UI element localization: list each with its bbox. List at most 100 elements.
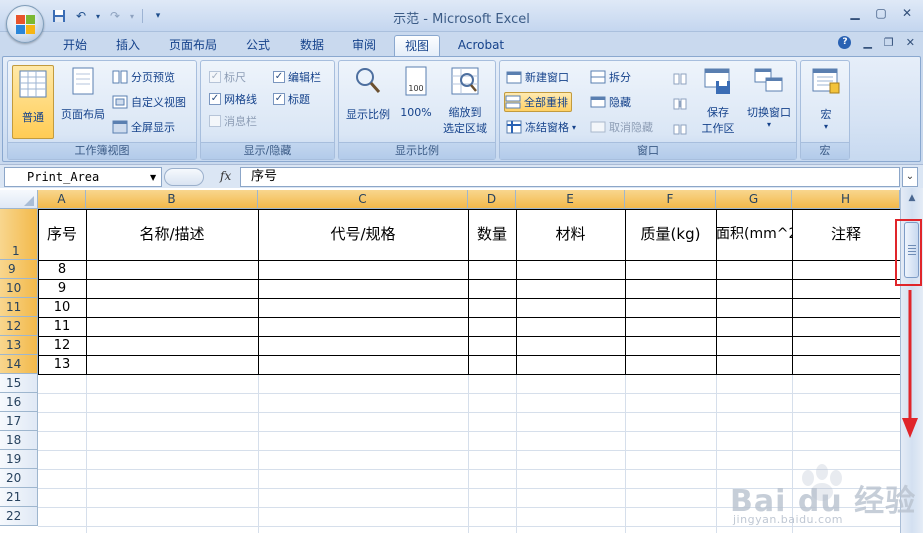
header-cell-mass[interactable]: 质量(kg) [625,209,716,260]
row-header-19[interactable]: 19 [0,450,38,469]
row-header-17[interactable]: 17 [0,412,38,431]
formula-bar-checkbox[interactable]: ✓ 编辑栏 [273,67,321,87]
data-cell-a14[interactable]: 13 [38,355,86,374]
page-break-preview-button[interactable]: 分页预览 [112,67,175,87]
page-layout-view-label: 页面布局 [61,108,105,121]
tab-review[interactable]: 审阅 [342,35,386,57]
header-cell-code[interactable]: 代号/规格 [258,209,468,260]
name-box[interactable]: Print_Area [4,167,162,187]
zoom-button[interactable]: 显示比例 [343,65,393,122]
freeze-panes-button[interactable]: 冻结窗格 ▾ [506,117,576,137]
maximize-icon[interactable]: ▢ [873,5,889,21]
message-bar-checkbox[interactable]: 消息栏 [209,111,257,131]
row-header-13[interactable]: 13 [0,336,38,355]
header-cell-material[interactable]: 材料 [516,209,625,260]
header-cell-area[interactable]: 面积(mm^2) [716,209,792,260]
switch-windows-button[interactable]: 切换窗口 ▾ [742,65,796,129]
custom-views-button[interactable]: 自定义视图 [112,92,186,112]
row-header-18[interactable]: 18 [0,431,38,450]
macros-button[interactable]: 宏 ▾ [807,65,845,131]
row-header-1[interactable]: 1 [0,209,38,260]
column-header-a[interactable]: A [38,190,86,209]
tab-formulas[interactable]: 公式 [236,35,280,57]
row-header-20[interactable]: 20 [0,469,38,488]
new-window-button[interactable]: 新建窗口 [506,67,569,87]
zoom-to-selection-button[interactable]: 缩放到 选定区域 [437,65,493,136]
tab-view[interactable]: 视图 [394,35,440,57]
minimize-icon[interactable]: ▁ [847,5,863,21]
full-screen-button[interactable]: 全屏显示 [112,117,175,137]
formula-bar-resize-handle[interactable] [164,168,204,186]
tab-page-layout[interactable]: 页面布局 [162,35,224,57]
scroll-up-arrow-icon[interactable]: ▲ [904,191,920,205]
row-header-15[interactable]: 15 [0,374,38,393]
table-border [38,298,900,299]
office-button[interactable] [6,5,44,43]
help-icon[interactable]: ? [838,36,852,49]
unhide-window-button[interactable]: 取消隐藏 [590,117,653,137]
synchronous-scrolling-button[interactable] [672,94,688,114]
header-cell-notes[interactable]: 注释 [792,209,900,260]
table-border [38,355,900,356]
column-header-g[interactable]: G [716,190,792,209]
view-side-by-side-button[interactable] [672,69,688,89]
ruler-checkbox[interactable]: ✓ 标尺 [209,67,246,87]
tab-insert[interactable]: 插入 [106,35,150,57]
tab-data[interactable]: 数据 [290,35,334,57]
expand-formula-bar-icon[interactable]: ⌄ [902,167,918,187]
arrange-all-button[interactable]: 全部重排 [504,92,572,112]
save-workspace-button[interactable]: 保存 工作区 [696,65,740,136]
custom-views-label: 自定义视图 [131,96,186,109]
column-header-e[interactable]: E [516,190,625,209]
name-box-dropdown-icon[interactable]: ▼ [150,173,156,182]
column-header-b[interactable]: B [86,190,258,209]
close-icon[interactable]: ✕ [899,5,915,21]
workbook-close-icon[interactable]: ✕ [906,36,915,49]
hide-window-button[interactable]: 隐藏 [590,92,631,112]
column-header-c[interactable]: C [258,190,468,209]
data-cell-a12[interactable]: 11 [38,317,86,336]
column-header-h[interactable]: H [792,190,900,209]
select-all-button[interactable] [0,190,38,209]
page-layout-view-button[interactable]: 页面布局 [56,65,110,122]
zoom-100-button[interactable]: 100 100% [397,65,435,119]
formula-input[interactable]: 序号 [240,167,900,187]
row-header-10[interactable]: 10 [0,279,38,298]
data-cell-a11[interactable]: 10 [38,298,86,317]
split-button[interactable]: 拆分 [590,67,631,87]
header-cell-name[interactable]: 名称/描述 [86,209,258,260]
data-cell-a13[interactable]: 12 [38,336,86,355]
tab-acrobat[interactable]: Acrobat [450,35,512,57]
save-workspace-label-1: 保存 [707,106,729,119]
gridlines-checkbox[interactable]: ✓ 网格线 [209,89,257,109]
table-border [258,209,259,375]
reset-position-icon [673,124,687,135]
data-cell-a10[interactable]: 9 [38,279,86,298]
new-window-icon [506,71,522,84]
table-border [38,260,900,261]
zoom-100-label: 100% [400,106,432,119]
reset-window-position-button[interactable] [672,119,688,139]
header-cell-index[interactable]: 序号 [38,209,86,260]
workbook-minimize-icon[interactable]: ▁ [863,36,871,49]
headings-checkbox[interactable]: ✓ 标题 [273,89,310,109]
row-header-12[interactable]: 12 [0,317,38,336]
insert-function-icon[interactable]: fx [220,169,231,183]
row-header-11[interactable]: 11 [0,298,38,317]
zoom-to-selection-label-1: 缩放到 [448,106,482,119]
data-cell-a9[interactable]: 8 [38,260,86,279]
tab-home[interactable]: 开始 [52,35,98,57]
zoom-to-selection-label-2: 选定区域 [443,122,487,135]
header-cell-quantity[interactable]: 数量 [468,209,516,260]
row-header-22[interactable]: 22 [0,507,38,526]
headings-check-icon: ✓ [273,93,285,105]
column-header-d[interactable]: D [468,190,516,209]
row-header-21[interactable]: 21 [0,488,38,507]
normal-view-button[interactable]: 普通 [12,65,54,139]
row-header-14[interactable]: 14 [0,355,38,374]
workbook-restore-icon[interactable]: ❐ [884,36,894,49]
full-screen-label: 全屏显示 [131,121,175,134]
row-header-16[interactable]: 16 [0,393,38,412]
column-header-f[interactable]: F [625,190,716,209]
row-header-9[interactable]: 9 [0,260,38,279]
